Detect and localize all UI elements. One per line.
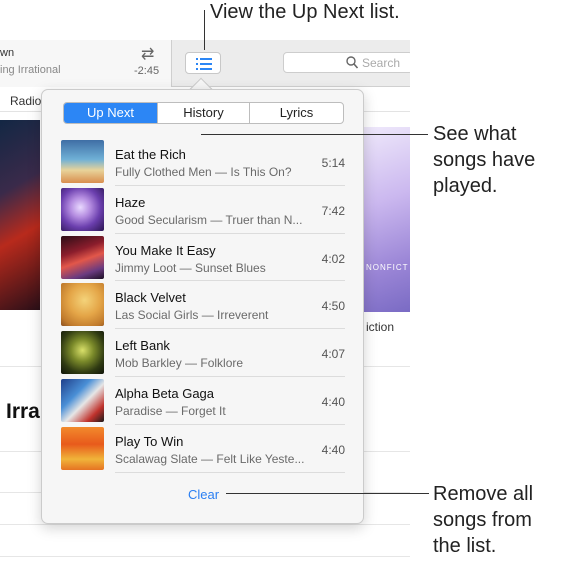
now-playing-subtitle: ing Irrational bbox=[0, 64, 61, 76]
song-title: You Make It Easy bbox=[115, 242, 216, 258]
album-artwork-right[interactable] bbox=[362, 127, 410, 312]
song-duration: 4:02 bbox=[321, 251, 345, 266]
song-list: Eat the Rich Fully Clothed Men — Is This… bbox=[59, 138, 345, 473]
callout-leader bbox=[204, 10, 205, 50]
song-duration: 5:14 bbox=[321, 156, 345, 170]
album-art bbox=[61, 235, 104, 279]
nav-item-radio[interactable]: Radio bbox=[10, 94, 41, 108]
callout-leader bbox=[201, 134, 428, 135]
up-next-button[interactable] bbox=[185, 52, 221, 74]
now-playing-title: wn bbox=[0, 47, 15, 59]
divider bbox=[0, 524, 410, 525]
song-row[interactable]: Black Velvet Las Social Girls — Irrevere… bbox=[59, 281, 345, 330]
tab-history[interactable]: History bbox=[158, 103, 250, 123]
album-cover-text: NONFICT bbox=[366, 263, 409, 272]
song-title: Black Velvet bbox=[115, 290, 186, 306]
up-next-list-icon bbox=[196, 58, 212, 70]
song-row[interactable]: Left Bank Mob Barkley — Folklore 4:07 bbox=[59, 329, 345, 377]
song-row[interactable]: Alpha Beta Gaga Paradise — Forget It 4:4… bbox=[59, 377, 345, 425]
album-artwork-left[interactable] bbox=[0, 120, 40, 310]
song-artist-album: Paradise — Forget It bbox=[115, 403, 226, 418]
song-artist-album: Scalawag Slate — Felt Like Yeste... bbox=[115, 451, 305, 466]
song-row[interactable]: You Make It Easy Jimmy Loot — Sunset Blu… bbox=[59, 234, 345, 282]
divider bbox=[0, 556, 410, 557]
album-art bbox=[61, 426, 104, 470]
song-artist-album: Las Social Girls — Irreverent bbox=[115, 308, 269, 323]
song-title: Play To Win bbox=[115, 433, 184, 449]
repeat-icon[interactable]: ⇄ bbox=[141, 44, 154, 64]
tab-lyrics[interactable]: Lyrics bbox=[250, 103, 343, 123]
song-duration: 7:42 bbox=[321, 203, 345, 218]
tab-up-next[interactable]: Up Next bbox=[64, 103, 158, 123]
song-title: Alpha Beta Gaga bbox=[115, 385, 215, 401]
up-next-popover: Up Next History Lyrics Eat the Rich Full… bbox=[41, 89, 364, 524]
song-artist-album: Jimmy Loot — Sunset Blues bbox=[115, 260, 266, 275]
view-tabs: Up Next History Lyrics bbox=[63, 102, 344, 124]
search-icon bbox=[346, 56, 358, 69]
song-duration: 4:07 bbox=[321, 347, 345, 362]
callout-clear: Remove all songs from the list. bbox=[433, 483, 534, 557]
album-art bbox=[61, 283, 104, 327]
album-art bbox=[61, 187, 104, 231]
song-row[interactable]: Haze Good Secularism — Truer than N... 7… bbox=[59, 186, 345, 234]
song-artist-album: Mob Barkley — Folklore bbox=[115, 356, 244, 371]
time-remaining: -2:45 bbox=[134, 65, 160, 77]
toolbar: wn ing Irrational ⇄ -2:45 Search bbox=[0, 40, 410, 87]
now-playing-display[interactable]: wn ing Irrational ⇄ -2:45 bbox=[0, 40, 172, 87]
callout-leader bbox=[226, 493, 429, 494]
album-label: iction bbox=[366, 320, 395, 334]
search-placeholder: Search bbox=[362, 56, 401, 70]
artist-heading: Irra bbox=[6, 400, 40, 423]
song-duration: 4:40 bbox=[321, 442, 345, 457]
song-title: Left Bank bbox=[115, 338, 170, 354]
song-title: Eat the Rich bbox=[115, 147, 186, 162]
callout-view-up-next: View the Up Next list. bbox=[210, 1, 400, 23]
search-input[interactable]: Search bbox=[283, 52, 410, 73]
song-duration: 4:40 bbox=[321, 394, 345, 409]
album-art bbox=[61, 140, 104, 183]
song-artist-album: Good Secularism — Truer than N... bbox=[115, 212, 303, 227]
song-duration: 4:50 bbox=[321, 299, 345, 314]
album-art bbox=[61, 378, 104, 422]
song-row[interactable]: Eat the Rich Fully Clothed Men — Is This… bbox=[59, 138, 345, 186]
clear-button[interactable]: Clear bbox=[42, 487, 365, 502]
album-art bbox=[61, 331, 104, 375]
song-title: Haze bbox=[115, 194, 146, 210]
song-row[interactable]: Play To Win Scalawag Slate — Felt Like Y… bbox=[59, 425, 345, 473]
song-artist-album: Fully Clothed Men — Is This On? bbox=[115, 165, 292, 179]
row-divider bbox=[115, 471, 345, 473]
callout-history: See what songs have played. bbox=[433, 123, 536, 197]
